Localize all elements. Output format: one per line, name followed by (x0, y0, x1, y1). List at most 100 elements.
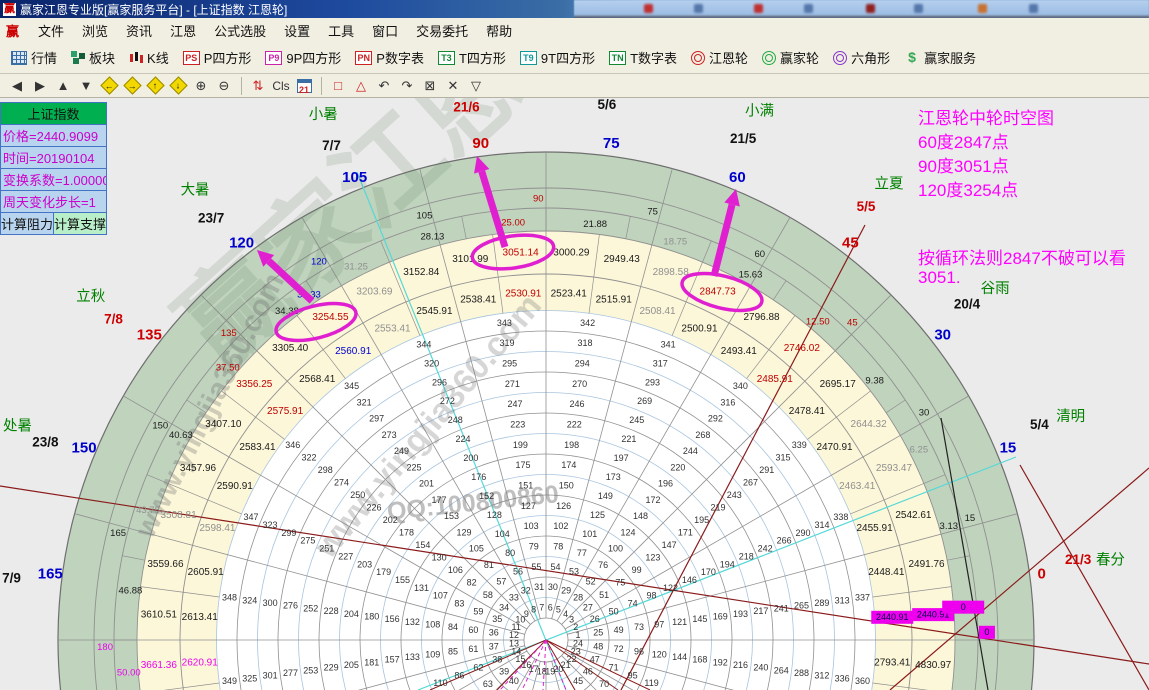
spiral-number: 127 (521, 501, 536, 511)
page-right-button[interactable]: ▶ (29, 76, 51, 96)
spiral-number: 192 (713, 657, 728, 667)
menu-item-0[interactable]: 文件 (29, 19, 73, 42)
solar-term-label: 立夏 (875, 176, 904, 193)
toolbar-label: K线 (147, 48, 169, 67)
spiral-number: 34 (499, 602, 509, 612)
赢家轮-button[interactable]: 赢家轮 (755, 44, 826, 71)
menu-item-4[interactable]: 公式选股 (205, 19, 275, 42)
pin-tool-button[interactable]: ▽ (465, 76, 487, 96)
calc-support-button[interactable]: 计算支撑 (53, 213, 107, 235)
inner-price-value: 2793.41 (874, 657, 911, 668)
P数字表-button[interactable]: PNP数字表 (348, 44, 431, 71)
outer-price-value: 3305.40 (272, 343, 309, 354)
select-region-button[interactable]: ⊠ (419, 76, 441, 96)
pan-right-button[interactable]: → (121, 76, 143, 96)
spiral-number: 179 (376, 567, 391, 577)
T数字表-button[interactable]: TNT数字表 (602, 44, 684, 71)
spiral-number: 148 (633, 511, 648, 521)
outer-price-value: 2593.47 (876, 463, 913, 474)
toolbar-label: 江恩轮 (709, 48, 748, 67)
pointer-up-button[interactable]: ▲ (52, 76, 74, 96)
toolbar-label: T数字表 (630, 48, 677, 67)
date-label: 20/4 (954, 297, 981, 312)
spiral-number: 348 (222, 593, 237, 603)
annotation-note-1: 按循环法则2847不破可以看 (918, 244, 1126, 269)
spiral-number: 57 (496, 576, 506, 586)
inner-price-value: 2538.41 (460, 294, 497, 305)
spiral-number: 105 (469, 544, 484, 554)
spiral-number: 221 (621, 434, 636, 444)
spiral-number: 291 (759, 465, 774, 475)
cls-button[interactable]: Cls (270, 76, 292, 96)
page-left-button[interactable]: ◀ (6, 76, 28, 96)
pan-left-button[interactable]: ← (98, 76, 120, 96)
outer-degree-label: 150 (72, 440, 97, 457)
outer-degree-label: 165 (38, 566, 63, 583)
rotate-cw-button[interactable]: ↷ (396, 76, 418, 96)
spiral-number: 50 (609, 606, 619, 616)
spiral-number: 216 (733, 660, 748, 670)
rotate-ccw-button[interactable]: ↶ (373, 76, 395, 96)
calc-resistance-button[interactable]: 计算阻力 (0, 213, 53, 235)
menu-item-3[interactable]: 江恩 (161, 19, 205, 42)
menu-item-7[interactable]: 窗口 (363, 19, 407, 42)
winner-wheel-icon (762, 51, 776, 65)
pan-up-button[interactable]: ↑ (144, 76, 166, 96)
degree-value: 60 (755, 249, 766, 260)
spiral-number: 26 (590, 614, 600, 624)
T四方形-button[interactable]: T3 T四方形 (431, 44, 513, 71)
spiral-number: 156 (385, 614, 400, 624)
rect-tool-button[interactable]: □ (327, 76, 349, 96)
spiral-number: 119 (644, 678, 658, 688)
inner-price-value: 2620.91 (182, 657, 219, 668)
pointer-down-button[interactable]: ▼ (75, 76, 97, 96)
t-square-icon: T3 (438, 51, 455, 65)
menu-item-2[interactable]: 资讯 (117, 19, 161, 42)
六角形-button[interactable]: 六角形 (826, 44, 897, 71)
zoom-in-button[interactable]: ⊕ (190, 76, 212, 96)
inner-price-value: 2478.41 (789, 406, 826, 417)
板块-button[interactable]: 板块 (64, 44, 122, 71)
percent-value: 46.88 (119, 585, 143, 596)
menu-item-9[interactable]: 帮助 (477, 19, 521, 42)
percent-value: 0 (961, 602, 966, 612)
calendar-button[interactable]: 21 (293, 76, 315, 96)
spiral-number: 110 (433, 678, 447, 688)
zoom-out-button[interactable]: ⊖ (213, 76, 235, 96)
spiral-number: 202 (383, 515, 398, 525)
toolbar-label: P数字表 (376, 48, 424, 67)
menu-item-6[interactable]: 工具 (319, 19, 363, 42)
spiral-number: 120 (652, 649, 667, 659)
pan-down-button[interactable]: ↓ (167, 76, 189, 96)
outer-degree-label: 45 (842, 234, 859, 251)
percent-value: 28.13 (421, 232, 445, 243)
9T四方形-button[interactable]: T99T四方形 (513, 44, 602, 71)
spiral-number: 107 (433, 591, 448, 601)
outer-price-value: 2898.58 (653, 267, 690, 278)
symbol-name: 上证指数 (0, 102, 107, 125)
updown-axis-button[interactable]: ⇅ (247, 76, 269, 96)
9t-square-icon: T9 (520, 51, 537, 65)
menu-item-5[interactable]: 设置 (275, 19, 319, 42)
spiral-number: 320 (424, 358, 439, 368)
K线-button[interactable]: K线 (122, 44, 176, 71)
gann-wheel-icon (691, 51, 705, 65)
menu-item-8[interactable]: 交易委托 (407, 19, 477, 42)
triangle-tool-button[interactable]: △ (350, 76, 372, 96)
spiral-number: 313 (835, 595, 850, 605)
赢家服务-button[interactable]: $赢家服务 (897, 44, 983, 71)
9P四方形-button[interactable]: P99P四方形 (258, 44, 348, 71)
spiral-number: 98 (647, 591, 657, 601)
solar-term-label: 谷雨 (981, 280, 1010, 297)
degree-value: 180 (97, 642, 113, 653)
P四方形-button[interactable]: PSP四方形 (176, 44, 259, 71)
center-button[interactable]: ✕ (442, 76, 464, 96)
江恩轮-button[interactable]: 江恩轮 (684, 44, 755, 71)
spiral-number: 292 (708, 414, 723, 424)
行情-button[interactable]: 行情 (4, 44, 64, 71)
menu-item-1[interactable]: 浏览 (73, 19, 117, 42)
spiral-number: 200 (463, 453, 478, 463)
spiral-number: 75 (615, 577, 625, 587)
toolbar-label: T四方形 (459, 48, 506, 67)
spiral-number: 289 (814, 598, 829, 608)
